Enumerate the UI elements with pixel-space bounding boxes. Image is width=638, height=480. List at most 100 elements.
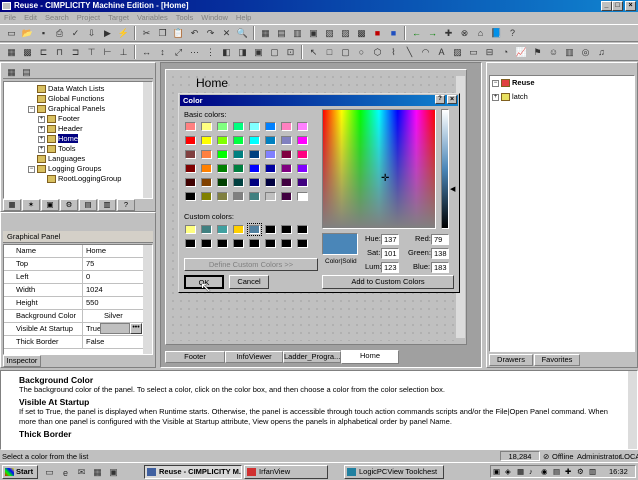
tree-scrollbar[interactable] (143, 82, 152, 198)
menu-target[interactable]: Target (104, 12, 133, 24)
background-color-swatch[interactable] (100, 323, 130, 334)
expand-icon[interactable]: + (38, 135, 45, 143)
media-icon[interactable]: ♫ (594, 45, 609, 60)
basic-color-swatch[interactable] (185, 136, 196, 145)
run-icon[interactable]: ▶ (100, 26, 115, 41)
sat-field[interactable]: 101 (381, 248, 399, 259)
print-icon[interactable]: ⎙ (52, 26, 67, 41)
help-book-icon[interactable]: 📘 (489, 26, 504, 41)
red-field[interactable]: 79 (431, 234, 449, 245)
task-irfanview[interactable]: IrfanView (244, 465, 328, 479)
basic-color-swatch[interactable] (201, 192, 212, 201)
ellipse-icon[interactable]: ○ (354, 45, 369, 60)
property-row[interactable]: Height 550 (4, 297, 144, 310)
basic-color-swatch[interactable] (265, 136, 276, 145)
basic-color-swatch[interactable] (265, 150, 276, 159)
hue-field[interactable]: 137 (381, 234, 399, 245)
browser-icon[interactable]: ◎ (578, 45, 593, 60)
custom-color-swatch[interactable] (247, 223, 262, 236)
dialog-help-button[interactable]: ? (435, 95, 445, 104)
tab-variables-icon[interactable]: ▤ (79, 199, 97, 211)
menu-help[interactable]: Help (232, 12, 255, 24)
basic-color-swatch[interactable] (217, 122, 228, 131)
basic-color-swatch[interactable] (249, 178, 260, 187)
basic-color-swatch[interactable] (297, 192, 308, 201)
polygon-icon[interactable]: ⬡ (370, 45, 385, 60)
basic-color-swatch[interactable] (297, 150, 308, 159)
custom-color-swatch[interactable] (185, 239, 196, 248)
tab-inspector[interactable]: Inspector (3, 355, 41, 367)
copy-icon[interactable]: ❐ (155, 26, 170, 41)
dialog-close-button[interactable]: × (447, 95, 457, 104)
collapse-icon[interactable]: − (28, 105, 35, 113)
custom-color-swatch[interactable] (233, 225, 244, 234)
help-scrollbar[interactable] (628, 371, 637, 449)
task-logicpcview[interactable]: LogicPCView Toolchest (344, 465, 444, 479)
custom-color-swatch[interactable] (297, 239, 308, 248)
find-icon[interactable]: 🔍 (235, 26, 250, 41)
close-button[interactable]: × (625, 1, 636, 11)
tree-item[interactable]: + Tools (38, 144, 76, 154)
save-icon[interactable]: ▪ (36, 26, 51, 41)
basic-color-swatch[interactable] (249, 150, 260, 159)
tray-icon-6[interactable]: ▤ (553, 466, 560, 477)
minimize-button[interactable]: _ (601, 1, 612, 11)
group-icon[interactable]: ▣ (251, 45, 266, 60)
property-value[interactable]: False (86, 336, 104, 348)
home-icon[interactable]: ⌂ (473, 26, 488, 41)
lum-field[interactable]: 123 (381, 262, 399, 273)
property-row[interactable]: Thick Border False (4, 336, 144, 349)
context-help-icon[interactable]: ? (505, 26, 520, 41)
rectangle-icon[interactable]: □ (322, 45, 337, 60)
basic-color-swatch[interactable] (201, 150, 212, 159)
basic-color-swatch[interactable] (249, 192, 260, 201)
tray-icon-7[interactable]: ✚ (565, 466, 571, 477)
custom-color-swatch[interactable] (249, 239, 260, 248)
define-custom-colors-button[interactable]: Define Custom Colors >> (184, 258, 318, 271)
basic-color-swatch[interactable] (233, 122, 244, 131)
basic-color-swatch[interactable] (233, 178, 244, 187)
basic-color-swatch[interactable] (217, 136, 228, 145)
property-value[interactable]: 1024 (86, 284, 103, 296)
tab-footer[interactable]: Footer (165, 351, 225, 363)
basic-color-swatch[interactable] (185, 122, 196, 131)
navigator-icon[interactable]: ▤ (274, 26, 289, 41)
custom-color-swatch[interactable] (281, 239, 292, 248)
tree-item[interactable]: Data Watch Lists (28, 84, 104, 94)
companion-icon[interactable]: ▨ (338, 26, 353, 41)
basic-color-swatch[interactable] (201, 136, 212, 145)
basic-color-swatch[interactable] (265, 178, 276, 187)
polyline-icon[interactable]: ⌇ (386, 45, 401, 60)
snap-icon[interactable]: ▩ (20, 45, 35, 60)
text-icon[interactable]: A (434, 45, 449, 60)
tab-star-icon[interactable]: ✶ (22, 199, 40, 211)
basic-color-swatch[interactable] (281, 178, 292, 187)
open-icon[interactable]: 📂 (20, 26, 35, 41)
tab-infoviewer[interactable]: InfoViewer (225, 351, 283, 363)
tree-list-icon[interactable]: ▤ (19, 65, 34, 80)
property-row[interactable]: Background Color Silver (4, 310, 144, 323)
download-icon[interactable]: ⇩ (84, 26, 99, 41)
menu-project[interactable]: Project (73, 12, 104, 24)
tree-item[interactable]: + Footer (38, 114, 80, 124)
trend-icon[interactable]: 📈 (514, 45, 529, 60)
cancel-button[interactable]: Cancel (229, 275, 269, 289)
toolchest-root-row[interactable]: − Reuse (492, 78, 535, 88)
tray-icon-2[interactable]: ◈ (505, 466, 511, 477)
basic-color-swatch[interactable] (233, 192, 244, 201)
property-row[interactable]: Name Home (4, 245, 144, 258)
basic-color-swatch[interactable] (297, 178, 308, 187)
menu-variables[interactable]: Variables (133, 12, 172, 24)
redo-icon[interactable]: ↷ (203, 26, 218, 41)
custom-color-swatch[interactable] (217, 239, 228, 248)
paste-icon[interactable]: 📋 (171, 26, 186, 41)
chart-icon[interactable]: ▥ (562, 45, 577, 60)
property-value[interactable]: Silver (104, 310, 123, 322)
tree-item[interactable]: − Logging Groups (28, 164, 101, 174)
basic-color-swatch[interactable] (233, 150, 244, 159)
send-back-icon[interactable]: ◨ (235, 45, 250, 60)
custom-color-swatch[interactable] (217, 225, 228, 234)
basic-color-swatch[interactable] (281, 192, 292, 201)
property-value[interactable]: 550 (86, 297, 99, 309)
tree-item[interactable]: + Header (38, 124, 83, 134)
